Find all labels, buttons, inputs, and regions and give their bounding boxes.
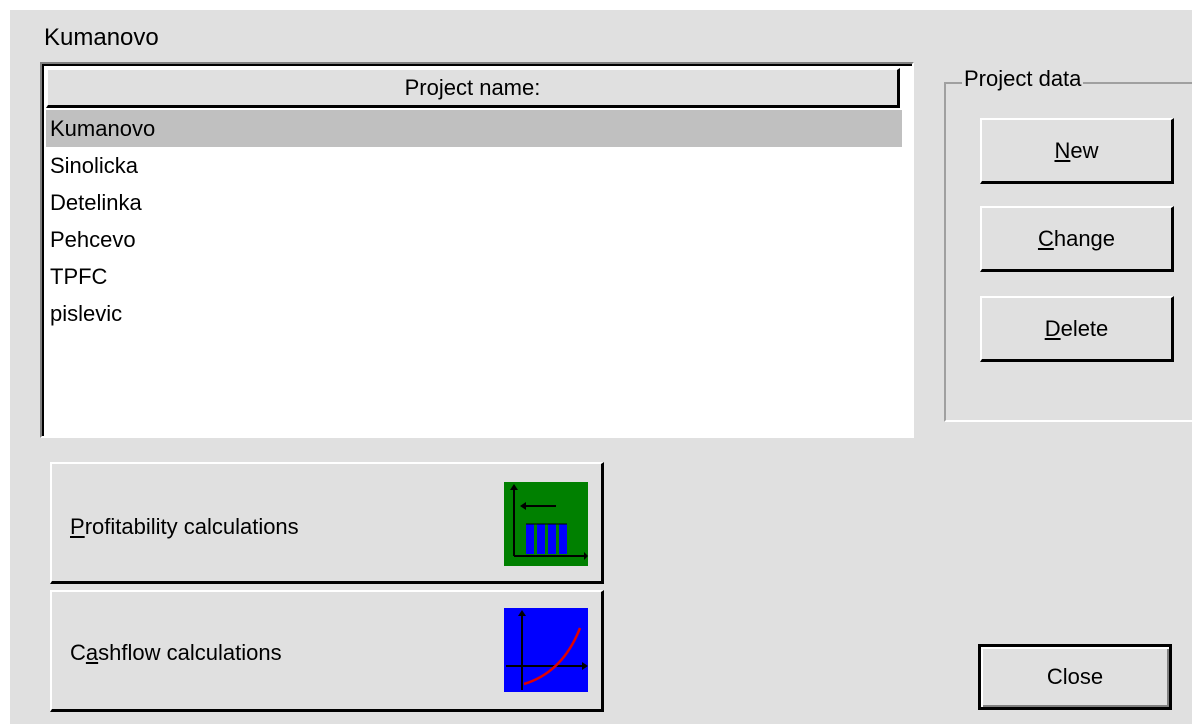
list-item[interactable]: Pehcevo	[46, 221, 902, 258]
list-item[interactable]: Kumanovo	[46, 110, 902, 147]
project-data-group-label: Project data	[962, 66, 1084, 92]
cashflow-calculations-label: Cashflow calculations	[70, 640, 282, 665]
bar-chart-icon	[504, 482, 588, 566]
profitability-calculations-label: Profitability calculations	[70, 514, 299, 539]
profitability-calculations-button[interactable]: Profitability calculations	[50, 462, 604, 584]
list-item[interactable]: Sinolicka	[46, 147, 902, 184]
list-item[interactable]: TPFC	[46, 258, 902, 295]
close-button[interactable]: Close	[978, 644, 1172, 710]
new-button-label: ew	[1070, 138, 1099, 163]
change-button-label: hange	[1053, 226, 1116, 251]
curve-chart-icon	[504, 608, 588, 692]
cashflow-calculations-button[interactable]: Cashflow calculations	[50, 590, 604, 712]
dialog-title: Kumanovo	[44, 24, 159, 51]
list-item[interactable]: Detelinka	[46, 184, 902, 221]
delete-button[interactable]: Delete	[980, 296, 1174, 362]
project-list[interactable]: Project name: Kumanovo Sinolicka Detelin…	[40, 62, 914, 438]
new-button[interactable]: New	[980, 118, 1174, 184]
change-button-accel: C	[1037, 226, 1054, 251]
column-header-project-name[interactable]: Project name:	[46, 68, 900, 108]
project-list-rows: Kumanovo Sinolicka Detelinka Pehcevo TPF…	[46, 110, 902, 332]
delete-button-label: elete	[1060, 316, 1109, 341]
delete-button-accel: D	[1044, 316, 1061, 341]
change-button[interactable]: Change	[980, 206, 1174, 272]
new-button-accel: N	[1054, 138, 1071, 163]
list-item[interactable]: pislevic	[46, 295, 902, 332]
